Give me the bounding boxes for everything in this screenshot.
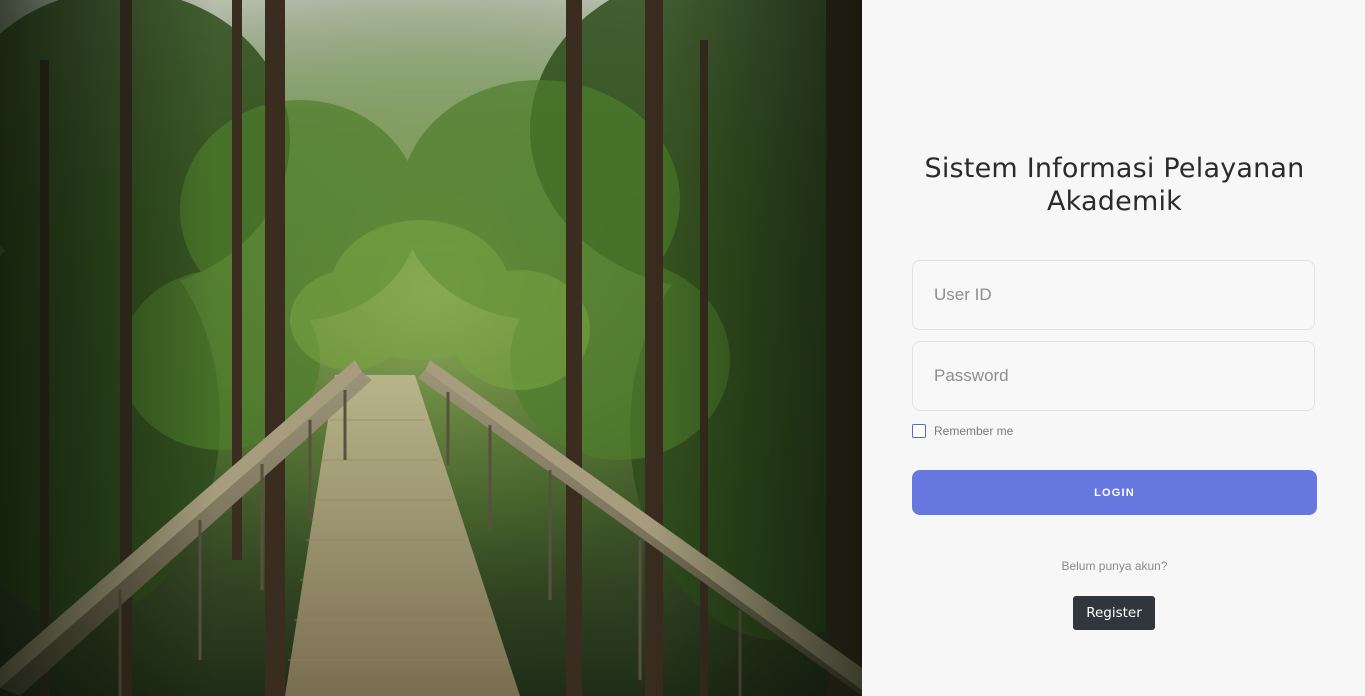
forest-bridge-photo — [0, 0, 862, 696]
register-button[interactable]: Register — [1073, 596, 1155, 630]
remember-me-label: Remember me — [934, 424, 1014, 438]
no-account-prompt: Belum punya akun? — [1061, 559, 1168, 573]
login-page: Sistem Informasi Pelayanan Akademik Reme… — [0, 0, 1365, 696]
hero-image — [0, 0, 862, 696]
login-panel: Sistem Informasi Pelayanan Akademik Reme… — [862, 0, 1365, 696]
remember-me-toggle[interactable]: Remember me — [912, 424, 1013, 438]
password-input[interactable] — [912, 341, 1315, 411]
login-button[interactable]: LOGIN — [912, 470, 1317, 515]
remember-me-checkbox[interactable] — [912, 424, 926, 438]
user-id-input[interactable] — [912, 260, 1315, 330]
page-title: Sistem Informasi Pelayanan Akademik — [924, 153, 1305, 217]
